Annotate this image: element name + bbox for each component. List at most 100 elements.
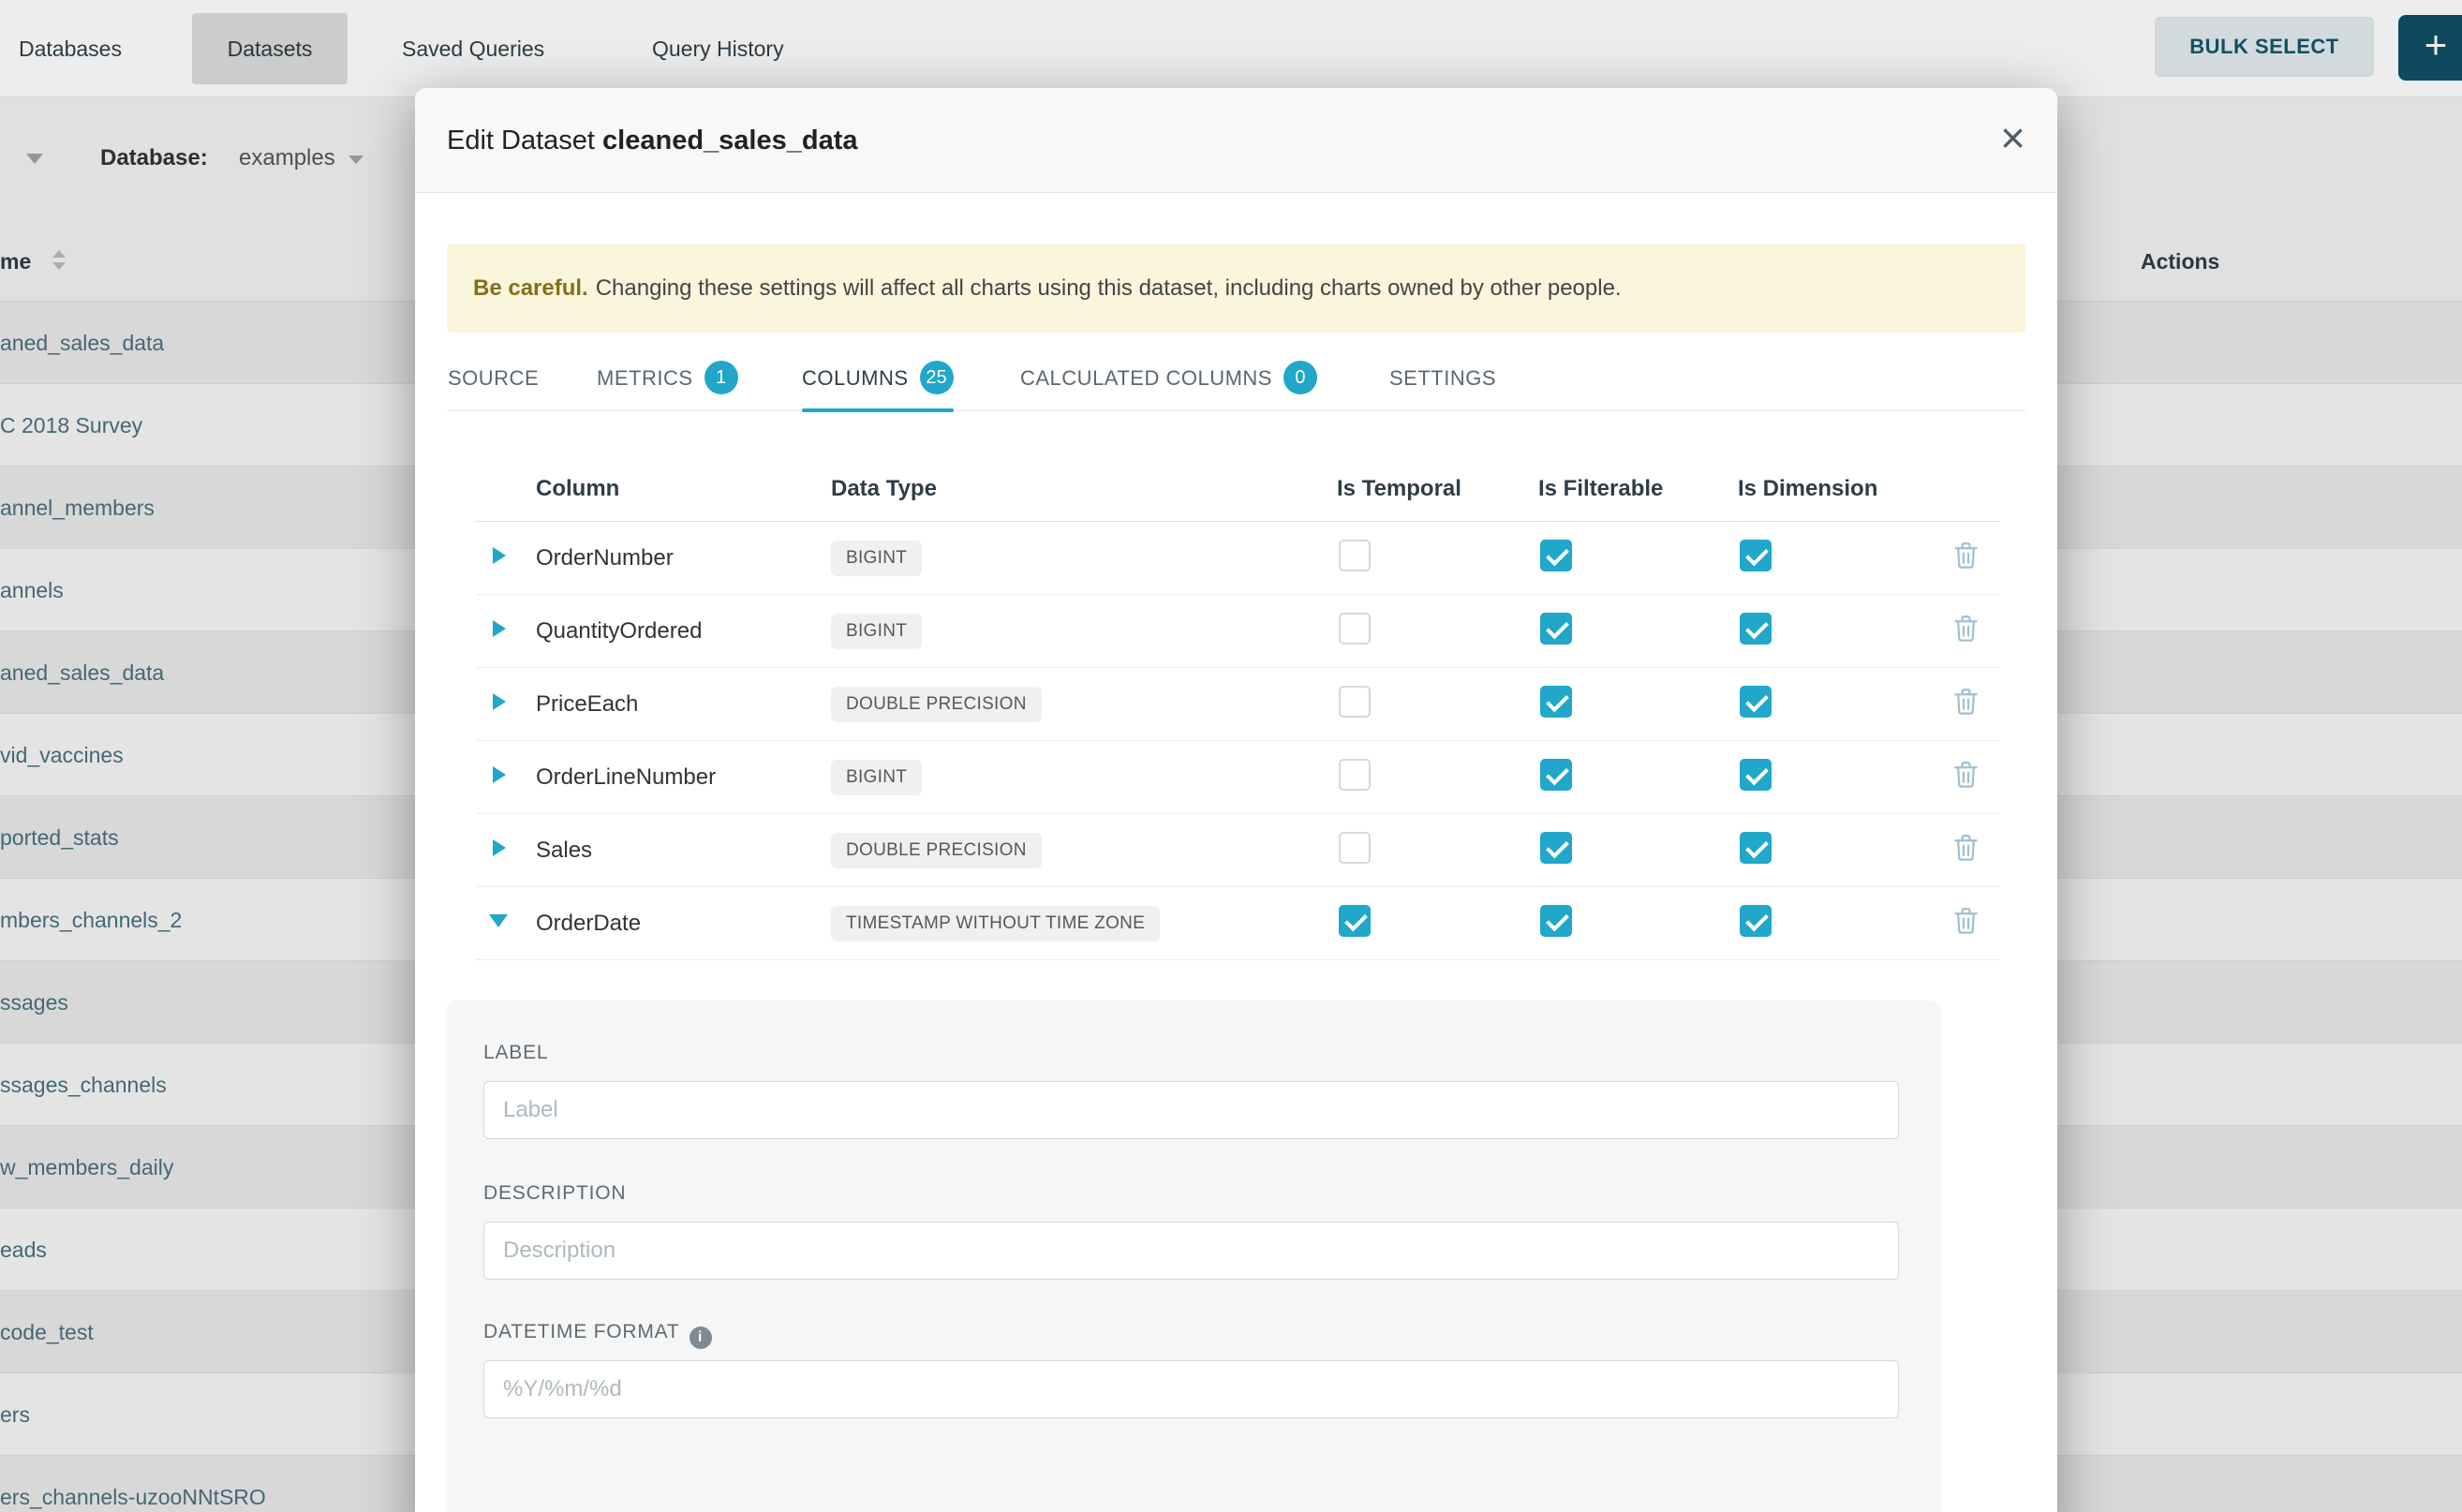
tab-settings[interactable]: SETTINGS xyxy=(1389,353,1496,411)
checkbox-cell xyxy=(1738,540,1953,576)
expand-caret-icon[interactable] xyxy=(493,693,506,710)
columns-table-header: Column Data Type Is Temporal Is Filterab… xyxy=(476,456,2000,522)
data-type-cell: TIMESTAMP WITHOUT TIME ZONE xyxy=(831,906,1337,941)
data-type-header: Data Type xyxy=(831,476,1337,502)
warning-banner: Be careful. Changing these settings will … xyxy=(447,244,2025,333)
delete-column-icon[interactable] xyxy=(1953,907,1979,935)
datetime-format-label-text: DATETIME FORMAT xyxy=(483,1321,680,1342)
checkbox-cell xyxy=(1337,686,1538,722)
column-row: OrderDateTIMESTAMP WITHOUT TIME ZONE xyxy=(476,887,2000,960)
tab-source-label: SOURCE xyxy=(448,366,539,390)
column-header: Column xyxy=(536,476,831,502)
is-filterable-checkbox[interactable] xyxy=(1540,686,1572,718)
is-temporal-checkbox[interactable] xyxy=(1339,905,1371,937)
delete-column-icon[interactable] xyxy=(1953,688,1979,716)
is-dimension-checkbox[interactable] xyxy=(1740,759,1772,791)
delete-column-icon[interactable] xyxy=(1953,834,1979,862)
actions-cell xyxy=(1953,541,2000,574)
tab-metrics-label: METRICS xyxy=(597,366,693,390)
expand-cell xyxy=(476,547,536,569)
calculated-columns-count-badge: 0 xyxy=(1283,361,1317,394)
is-filterable-checkbox[interactable] xyxy=(1540,759,1572,791)
expand-caret-icon[interactable] xyxy=(493,766,506,783)
data-type-cell: BIGINT xyxy=(831,541,1337,576)
columns-count-badge: 25 xyxy=(920,361,954,394)
data-type-pill: DOUBLE PRECISION xyxy=(831,833,1042,868)
actions-cell xyxy=(1953,761,2000,793)
label-input[interactable] xyxy=(483,1081,1899,1139)
data-type-cell: BIGINT xyxy=(831,760,1337,795)
modal-title-prefix: Edit Dataset xyxy=(447,126,595,156)
tab-calculated-columns-label: CALCULATED COLUMNS xyxy=(1020,366,1272,390)
tab-columns-label: COLUMNS xyxy=(802,366,909,390)
expand-caret-icon[interactable] xyxy=(493,547,506,564)
tab-source[interactable]: SOURCE xyxy=(448,353,539,411)
modal-tabs: SOURCE METRICS 1 COLUMNS 25 CALCULATED COL… xyxy=(447,353,2025,411)
is-temporal-checkbox[interactable] xyxy=(1339,759,1371,791)
column-detail-panel: LABEL DESCRIPTION DATETIME FORMATi xyxy=(446,1001,1941,1512)
modal-title-dataset-name: cleaned_sales_data xyxy=(602,126,857,156)
actions-cell xyxy=(1953,615,2000,647)
column-name: PriceEach xyxy=(536,691,831,718)
columns-table: Column Data Type Is Temporal Is Filterab… xyxy=(476,456,2000,960)
expand-cell xyxy=(476,914,536,932)
is-filterable-checkbox[interactable] xyxy=(1540,905,1572,937)
column-row: QuantityOrderedBIGINT xyxy=(476,595,2000,668)
is-dimension-checkbox[interactable] xyxy=(1740,613,1772,645)
column-name: OrderDate xyxy=(536,911,831,937)
is-dimension-checkbox[interactable] xyxy=(1740,540,1772,571)
metrics-count-badge: 1 xyxy=(704,361,738,394)
expand-cell xyxy=(476,766,536,788)
tab-metrics[interactable]: METRICS 1 xyxy=(597,353,738,411)
is-temporal-checkbox[interactable] xyxy=(1339,686,1371,718)
expand-caret-icon[interactable] xyxy=(493,620,506,637)
tab-calculated-columns[interactable]: CALCULATED COLUMNS 0 xyxy=(1020,353,1317,411)
tab-columns[interactable]: COLUMNS 25 xyxy=(802,353,954,411)
delete-column-icon[interactable] xyxy=(1953,541,1979,570)
data-type-pill: BIGINT xyxy=(831,760,922,795)
warning-text: Changing these settings will affect all … xyxy=(596,275,1622,301)
actions-cell xyxy=(1953,907,2000,940)
edit-dataset-modal: Edit Dataset cleaned_sales_data × Be car… xyxy=(415,88,2057,1512)
checkbox-cell xyxy=(1538,832,1738,868)
is-filterable-checkbox[interactable] xyxy=(1540,832,1572,864)
expand-caret-icon[interactable] xyxy=(493,839,506,856)
actions-cell xyxy=(1953,688,2000,720)
column-row: OrderNumberBIGINT xyxy=(476,522,2000,595)
column-name: OrderLineNumber xyxy=(536,764,831,791)
datetime-format-input[interactable] xyxy=(483,1360,1899,1418)
datetime-format-field-label: DATETIME FORMAT i xyxy=(483,1321,712,1349)
warning-bold-text: Be careful. xyxy=(473,275,588,301)
info-icon[interactable]: i xyxy=(690,1327,712,1349)
checkbox-cell xyxy=(1738,905,1953,941)
description-input[interactable] xyxy=(483,1222,1899,1280)
checkbox-cell xyxy=(1538,905,1738,941)
is-dimension-checkbox[interactable] xyxy=(1740,686,1772,718)
is-temporal-checkbox[interactable] xyxy=(1339,613,1371,645)
checkbox-cell xyxy=(1538,613,1738,649)
column-name: QuantityOrdered xyxy=(536,618,831,645)
data-type-cell: DOUBLE PRECISION xyxy=(831,833,1337,868)
is-filterable-checkbox[interactable] xyxy=(1540,613,1572,645)
is-filterable-checkbox[interactable] xyxy=(1540,540,1572,571)
is-dimension-checkbox[interactable] xyxy=(1740,905,1772,937)
is-temporal-checkbox[interactable] xyxy=(1339,832,1371,864)
checkbox-cell xyxy=(1538,540,1738,576)
modal-header: Edit Dataset cleaned_sales_data × xyxy=(415,88,2057,193)
description-field-label: DESCRIPTION xyxy=(483,1182,626,1205)
checkbox-cell xyxy=(1337,613,1538,649)
collapse-caret-icon[interactable] xyxy=(489,914,508,927)
expand-cell xyxy=(476,693,536,715)
delete-column-icon[interactable] xyxy=(1953,761,1979,789)
is-dimension-checkbox[interactable] xyxy=(1740,832,1772,864)
close-icon[interactable]: × xyxy=(2000,88,2025,193)
is-dimension-header: Is Dimension xyxy=(1738,476,1953,502)
is-filterable-header: Is Filterable xyxy=(1538,476,1738,502)
is-temporal-header: Is Temporal xyxy=(1337,476,1538,502)
checkbox-cell xyxy=(1337,905,1538,941)
is-temporal-checkbox[interactable] xyxy=(1339,540,1371,571)
data-type-cell: BIGINT xyxy=(831,614,1337,649)
checkbox-cell xyxy=(1538,686,1738,722)
delete-column-icon[interactable] xyxy=(1953,615,1979,643)
checkbox-cell xyxy=(1738,613,1953,649)
